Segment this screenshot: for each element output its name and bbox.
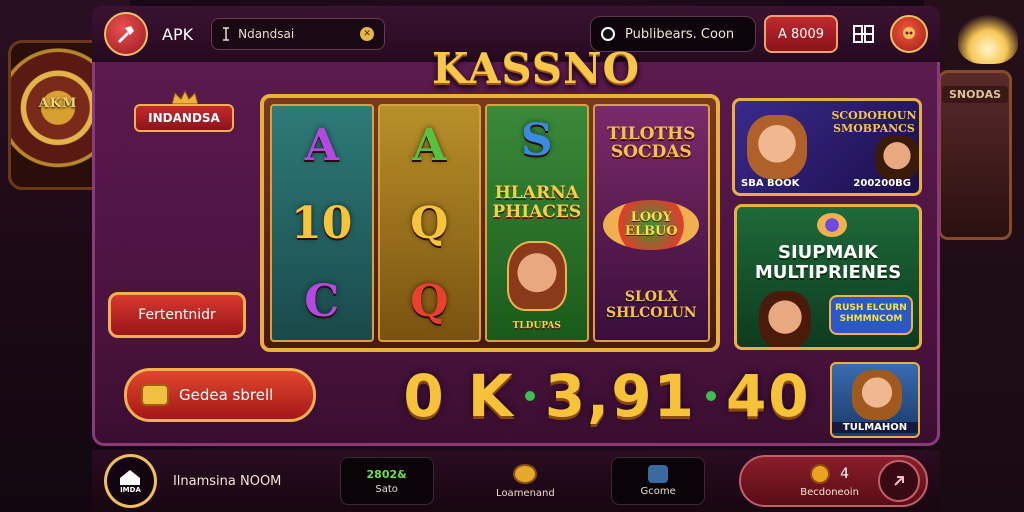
game-card-1-right-label: 200200BG bbox=[853, 178, 911, 189]
background-slot-label: SNODAS bbox=[942, 86, 1008, 103]
expand-button[interactable] bbox=[878, 460, 921, 502]
generate-button[interactable]: Gedea sbrell bbox=[124, 368, 316, 422]
generate-button-label: Gedea sbrell bbox=[179, 386, 274, 404]
clear-icon[interactable]: ✕ bbox=[360, 27, 375, 41]
game-card-2-title: SIUPMAIK MULTIPRIENES bbox=[754, 242, 902, 283]
app-logo-button[interactable] bbox=[104, 12, 148, 56]
promo-count: 4 bbox=[840, 466, 850, 482]
nav-item-sato[interactable]: 2802& Sato bbox=[339, 457, 434, 505]
reel-4-title: TILOTHS SOCDAS bbox=[607, 124, 696, 163]
reel-2[interactable]: A Q Q bbox=[377, 104, 482, 342]
search-value: Ndandsai bbox=[238, 27, 295, 41]
character-portrait bbox=[875, 135, 919, 181]
game-card-3[interactable]: TULMAHON bbox=[830, 362, 920, 438]
arrow-icon bbox=[894, 476, 905, 486]
medal-icon bbox=[817, 213, 847, 237]
hammer-icon bbox=[118, 26, 134, 43]
game-card-2[interactable]: SIUPMAIK MULTIPRIENES RUSH ELCURN SHMMNC… bbox=[734, 204, 922, 350]
nav-item-leaderboard[interactable]: Loamenand bbox=[472, 457, 580, 505]
coin-stack-icon bbox=[141, 384, 169, 406]
coin-icon bbox=[513, 463, 538, 484]
profile-button[interactable] bbox=[890, 15, 928, 53]
character-portrait bbox=[747, 115, 807, 179]
casino-title: KASSNO bbox=[431, 44, 641, 93]
jackpot-part-1: 0 K bbox=[403, 362, 515, 430]
coin-status-text: Publibears. Coon bbox=[625, 26, 735, 42]
reel-3[interactable]: S HLARNA PHIACES TLDUPAS bbox=[485, 104, 589, 342]
character-portrait bbox=[506, 240, 567, 311]
reel-symbol: S bbox=[520, 115, 553, 167]
skull-icon bbox=[903, 27, 915, 39]
home-label: IMDA bbox=[120, 486, 141, 494]
reel-4-badge: LOOY ELBUO bbox=[603, 199, 700, 250]
reel-symbol: C bbox=[304, 275, 340, 327]
home-button[interactable]: IMDA bbox=[104, 454, 157, 508]
toggle-icon bbox=[601, 27, 615, 41]
jackpot-part-2: 3,91 bbox=[544, 362, 696, 430]
nav-item-label: Sato bbox=[375, 483, 398, 495]
reel-4[interactable]: TILOTHS SOCDAS LOOY ELBUO SLOLX SHLCOLUN bbox=[592, 104, 710, 342]
jackpot-part-3: 40 bbox=[725, 362, 811, 430]
apk-label: APK bbox=[162, 24, 194, 44]
bonus-coin-icon bbox=[810, 464, 831, 484]
search-input[interactable]: Ndandsai ✕ bbox=[211, 18, 386, 50]
reel-symbol: A bbox=[304, 119, 339, 171]
game-card-1[interactable]: SCODOHOUN SMOBPANCS SBA BOOK 200200BG bbox=[732, 98, 922, 196]
reel-1[interactable]: A 10 C bbox=[270, 104, 374, 342]
nav-item-game[interactable]: Gcome bbox=[611, 457, 706, 505]
background-wheel-label: AKM bbox=[38, 96, 78, 111]
menu-grid-icon[interactable] bbox=[852, 22, 876, 46]
jackpot-separator bbox=[705, 391, 716, 401]
reel-symbol: 10 bbox=[291, 197, 353, 249]
reel-symbol: Q bbox=[410, 275, 449, 327]
promo-label: Becdoneoin bbox=[800, 487, 859, 498]
background-lamp bbox=[958, 14, 1018, 64]
reel-symbol: Q bbox=[410, 197, 449, 249]
reel-3-title: HLARNA PHIACES bbox=[492, 183, 582, 223]
character-portrait bbox=[852, 370, 902, 420]
country-badge: INDANDSA bbox=[134, 104, 234, 132]
game-card-2-badge: RUSH ELCURN SHMMNCOM bbox=[829, 295, 913, 335]
game-card-3-label: TULMAHON bbox=[832, 422, 918, 433]
slot-reels: A 10 C A Q Q S HLARNA PHIACES TLDUPAS TI… bbox=[260, 94, 720, 352]
feature-button[interactable]: Fertentnidr bbox=[108, 292, 246, 338]
game-card-1-title: SCODOHOUN SMOBPANCS bbox=[831, 109, 917, 135]
nav-item-value: 2802& bbox=[366, 467, 407, 481]
game-card-1-left-label: SBA BOOK bbox=[741, 178, 800, 189]
reel-4-bottom-text: SLOLX SHLCOLUN bbox=[605, 288, 697, 321]
home-icon bbox=[120, 470, 141, 485]
jackpot-separator bbox=[524, 391, 535, 401]
nav-item-label: Loamenand bbox=[496, 487, 555, 499]
character-portrait bbox=[759, 291, 811, 347]
bottom-navigation: IMDA Ilnamsina NOOM 2802& Sato Loamenand… bbox=[92, 450, 940, 512]
reel-symbol: A bbox=[412, 119, 447, 171]
balance-button[interactable]: A 8009 bbox=[764, 15, 838, 53]
nav-item-label: Gcome bbox=[640, 486, 676, 497]
jackpot-counter: 0 K 3,91 40 bbox=[392, 360, 822, 432]
gamepad-icon bbox=[648, 465, 669, 483]
promo-pill[interactable]: 4 Becdoneoin bbox=[739, 455, 929, 507]
bottom-title: Ilnamsina NOOM bbox=[172, 473, 282, 489]
reel-3-stamp: TLDUPAS bbox=[512, 320, 561, 331]
cursor-icon bbox=[223, 27, 230, 41]
